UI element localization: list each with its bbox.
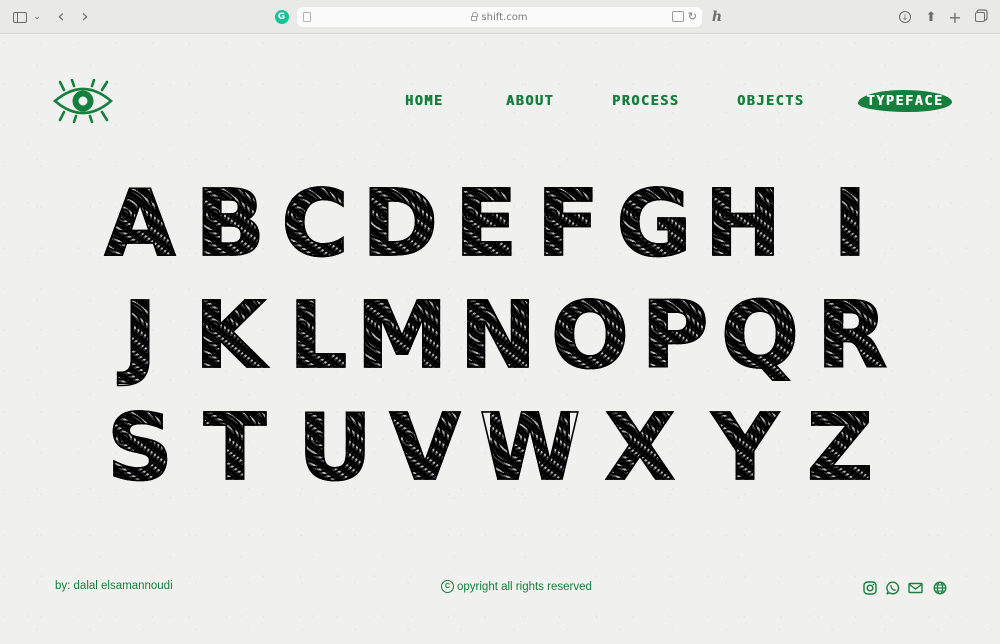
alphabet-row-2: J K L M N O P Q R: [100, 282, 900, 389]
address-bar[interactable]: shift.com ↻: [297, 7, 702, 27]
main-nav: HOME ABOUT PROCESS OBJECTS TYPEFACE: [0, 88, 1000, 114]
instagram-icon[interactable]: [862, 580, 877, 595]
forward-icon: ›: [81, 6, 89, 27]
glyph-C: C: [275, 175, 355, 272]
page-icon: [303, 12, 311, 22]
glyph-V: V: [385, 399, 465, 496]
extension-icon[interactable]: h: [709, 9, 725, 25]
new-tab-icon: +: [948, 7, 962, 27]
chevron-down-icon[interactable]: ⌄: [32, 9, 42, 25]
translate-icon[interactable]: [672, 11, 684, 22]
url-text: shift.com: [481, 11, 528, 23]
glyph-Q: Q: [720, 282, 800, 389]
glyph-W: W: [478, 394, 581, 501]
glyph-J: J: [100, 287, 180, 384]
nav-typeface-active[interactable]: TYPEFACE: [858, 90, 952, 112]
share-icon: ⬆: [925, 9, 937, 25]
grammarly-icon: G: [274, 10, 289, 24]
reload-icon[interactable]: ↻: [688, 10, 697, 23]
forward-button[interactable]: ›: [78, 6, 92, 27]
typeface-alphabet-showcase: A B C D E F G H I J K L M N O P Q R S T …: [100, 170, 900, 501]
globe-icon[interactable]: [932, 580, 947, 595]
glyph-R: R: [812, 287, 892, 384]
copyright-text: opyright all rights reserved: [457, 580, 592, 593]
nav-objects[interactable]: OBJECTS: [737, 90, 804, 112]
glyph-T: T: [195, 399, 275, 496]
glyph-L: L: [278, 287, 358, 384]
glyph-Z: Z: [800, 399, 880, 496]
glyph-H: H: [703, 170, 783, 277]
nav-about[interactable]: ABOUT: [506, 90, 554, 112]
sidebar-icon: [13, 11, 27, 23]
page-footer: by: dalal elsamannoudi C opyright all ri…: [0, 571, 1000, 601]
glyph-O: O: [550, 282, 630, 389]
back-icon: ‹: [57, 6, 65, 27]
tabs-overview-button[interactable]: [973, 9, 987, 25]
glyph-A: A: [100, 175, 180, 272]
alphabet-row-1: A B C D E F G H I: [100, 170, 900, 277]
glyph-P: P: [635, 287, 715, 384]
new-tab-button[interactable]: +: [948, 7, 962, 27]
copyright-icon: C: [441, 580, 454, 593]
glyph-K: K: [190, 287, 270, 384]
copyright-notice: C opyright all rights reserved: [441, 580, 592, 593]
tabs-overview-icon: [975, 12, 985, 22]
grammarly-extension-button[interactable]: G: [274, 9, 289, 25]
glyph-D: D: [360, 170, 440, 277]
alphabet-row-3: S T U V W X Y Z: [100, 394, 900, 501]
mail-icon[interactable]: [908, 580, 923, 595]
sidebar-toggle-button[interactable]: [12, 9, 28, 25]
glyph-S: S: [100, 399, 180, 496]
glyph-B: B: [190, 175, 270, 272]
download-icon: ↓: [899, 11, 911, 23]
glyph-F: F: [528, 175, 608, 272]
author-credit: by: dalal elsamannoudi: [55, 580, 173, 592]
nav-home[interactable]: HOME: [405, 90, 444, 112]
glyph-I: I: [810, 175, 890, 272]
lock-icon: [471, 11, 479, 21]
page-content: HOME ABOUT PROCESS OBJECTS TYPEFACE A B …: [0, 35, 1000, 644]
glyph-N: N: [458, 282, 538, 389]
share-button[interactable]: ⬆: [924, 9, 938, 25]
glyph-U: U: [295, 399, 375, 496]
browser-toolbar: ⌄ ‹ › G shift.com ↻ h ↓ ⬆ +: [0, 0, 1000, 34]
glyph-G: G: [614, 175, 694, 272]
back-button[interactable]: ‹: [54, 6, 68, 27]
glyph-E: E: [446, 175, 526, 272]
nav-process[interactable]: PROCESS: [612, 90, 679, 112]
glyph-X: X: [600, 399, 680, 496]
glyph-Y: Y: [705, 399, 785, 496]
download-button[interactable]: ↓: [898, 9, 912, 25]
whatsapp-icon[interactable]: [885, 580, 900, 595]
glyph-M: M: [355, 282, 448, 389]
